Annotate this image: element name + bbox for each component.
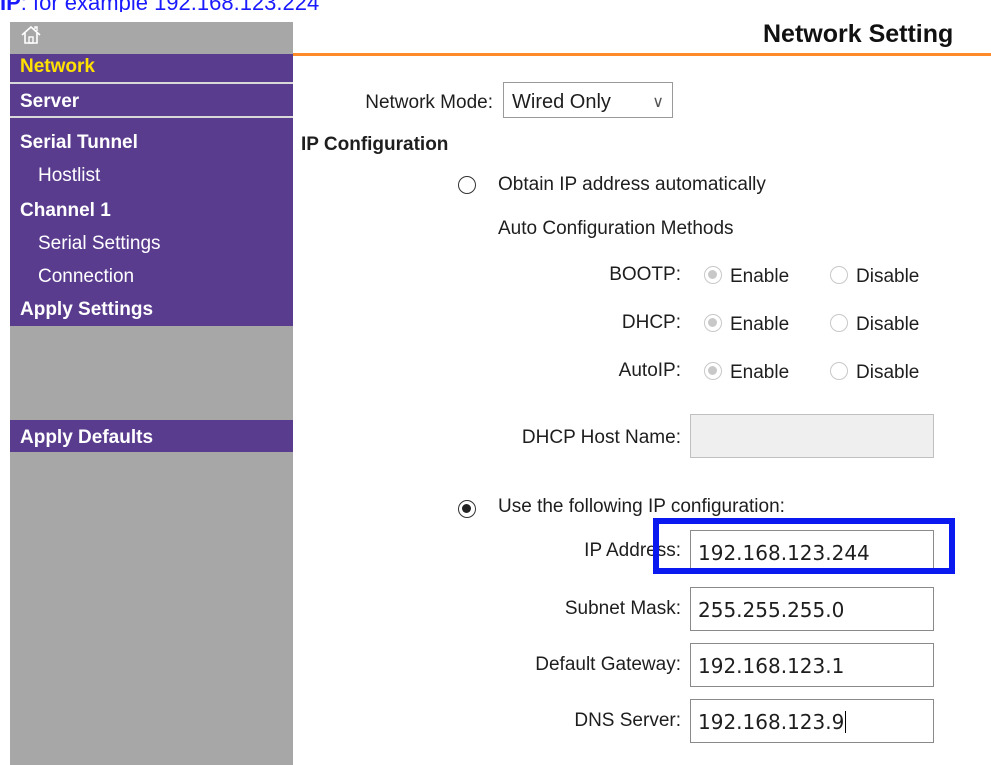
bootp-enable-radio[interactable] [704, 266, 722, 284]
sidebar-item-serial-tunnel[interactable]: Serial Tunnel [20, 132, 138, 154]
page-title: Network Setting [763, 20, 954, 48]
autoip-disable-label: Disable [856, 362, 920, 383]
sidebar-item-serial-settings[interactable]: Serial Settings [38, 233, 161, 255]
sidebar-item-channel-1[interactable]: Channel 1 [20, 200, 111, 222]
text-cursor [845, 711, 847, 733]
title-rule [293, 53, 991, 56]
sidebar-item-connection[interactable]: Connection [38, 266, 134, 288]
caption-prefix: IP [0, 0, 21, 12]
auto-methods-label: Auto Configuration Methods [498, 218, 734, 239]
use-following-label: Use the following IP configuration: [498, 496, 785, 517]
autoip-enable-label: Enable [730, 362, 790, 383]
obtain-auto-label: Obtain IP address automatically [498, 174, 766, 195]
bootp-label: BOOTP: [609, 264, 681, 285]
bootp-disable-radio[interactable] [830, 266, 848, 284]
obtain-auto-radio[interactable] [458, 176, 476, 194]
network-mode-label: Network Mode: [365, 92, 493, 113]
network-mode-select[interactable]: Wired Only ∨ [503, 82, 673, 118]
autoip-disable-radio[interactable] [830, 362, 848, 380]
dns-server-input[interactable]: 192.168.123.9 [690, 699, 934, 743]
instruction-caption: IP: for example 192.168.123.224 [0, 0, 991, 12]
subnet-mask-label: Subnet Mask: [564, 598, 681, 619]
sidebar-item-network[interactable]: Network [20, 56, 95, 78]
ip-configuration-heading: IP Configuration [301, 134, 449, 155]
dhcp-host-name-label: DHCP Host Name: [521, 427, 681, 448]
chevron-down-icon: ∨ [652, 94, 664, 111]
caption-text: : for example 192.168.123.224 [21, 0, 319, 12]
dhcp-host-name-input[interactable] [690, 414, 934, 458]
bootp-disable-label: Disable [856, 266, 920, 287]
sidebar-item-apply-settings[interactable]: Apply Settings [20, 299, 153, 321]
sidebar-item-hostlist[interactable]: Hostlist [38, 165, 100, 187]
sidebar-item-apply-defaults[interactable]: Apply Defaults [20, 427, 153, 449]
dhcp-disable-radio[interactable] [830, 314, 848, 332]
dhcp-label: DHCP: [621, 312, 681, 333]
dns-server-label: DNS Server: [574, 710, 681, 731]
main-panel: Network Setting Network Mode: Wired Only… [293, 20, 991, 765]
ip-address-label: IP Address: [584, 540, 681, 561]
dns-server-value: 192.168.123.9 [698, 710, 845, 734]
dhcp-enable-radio[interactable] [704, 314, 722, 332]
sidebar-item-server[interactable]: Server [20, 91, 79, 113]
network-mode-value: Wired Only [512, 91, 611, 113]
ip-address-highlight-box [653, 518, 955, 574]
home-row [10, 22, 293, 54]
subnet-mask-input[interactable]: 255.255.255.0 [690, 587, 934, 631]
dhcp-disable-label: Disable [856, 314, 920, 335]
use-following-radio[interactable] [458, 500, 476, 518]
default-gateway-label: Default Gateway: [535, 654, 681, 675]
autoip-enable-radio[interactable] [704, 362, 722, 380]
autoip-label: AutoIP: [618, 360, 681, 381]
bootp-enable-label: Enable [730, 266, 790, 287]
default-gateway-input[interactable]: 192.168.123.1 [690, 643, 934, 687]
sidebar: Network Server Serial Tunnel Hostlist Ch… [10, 22, 293, 765]
home-icon[interactable] [20, 24, 42, 51]
dhcp-enable-label: Enable [730, 314, 790, 335]
